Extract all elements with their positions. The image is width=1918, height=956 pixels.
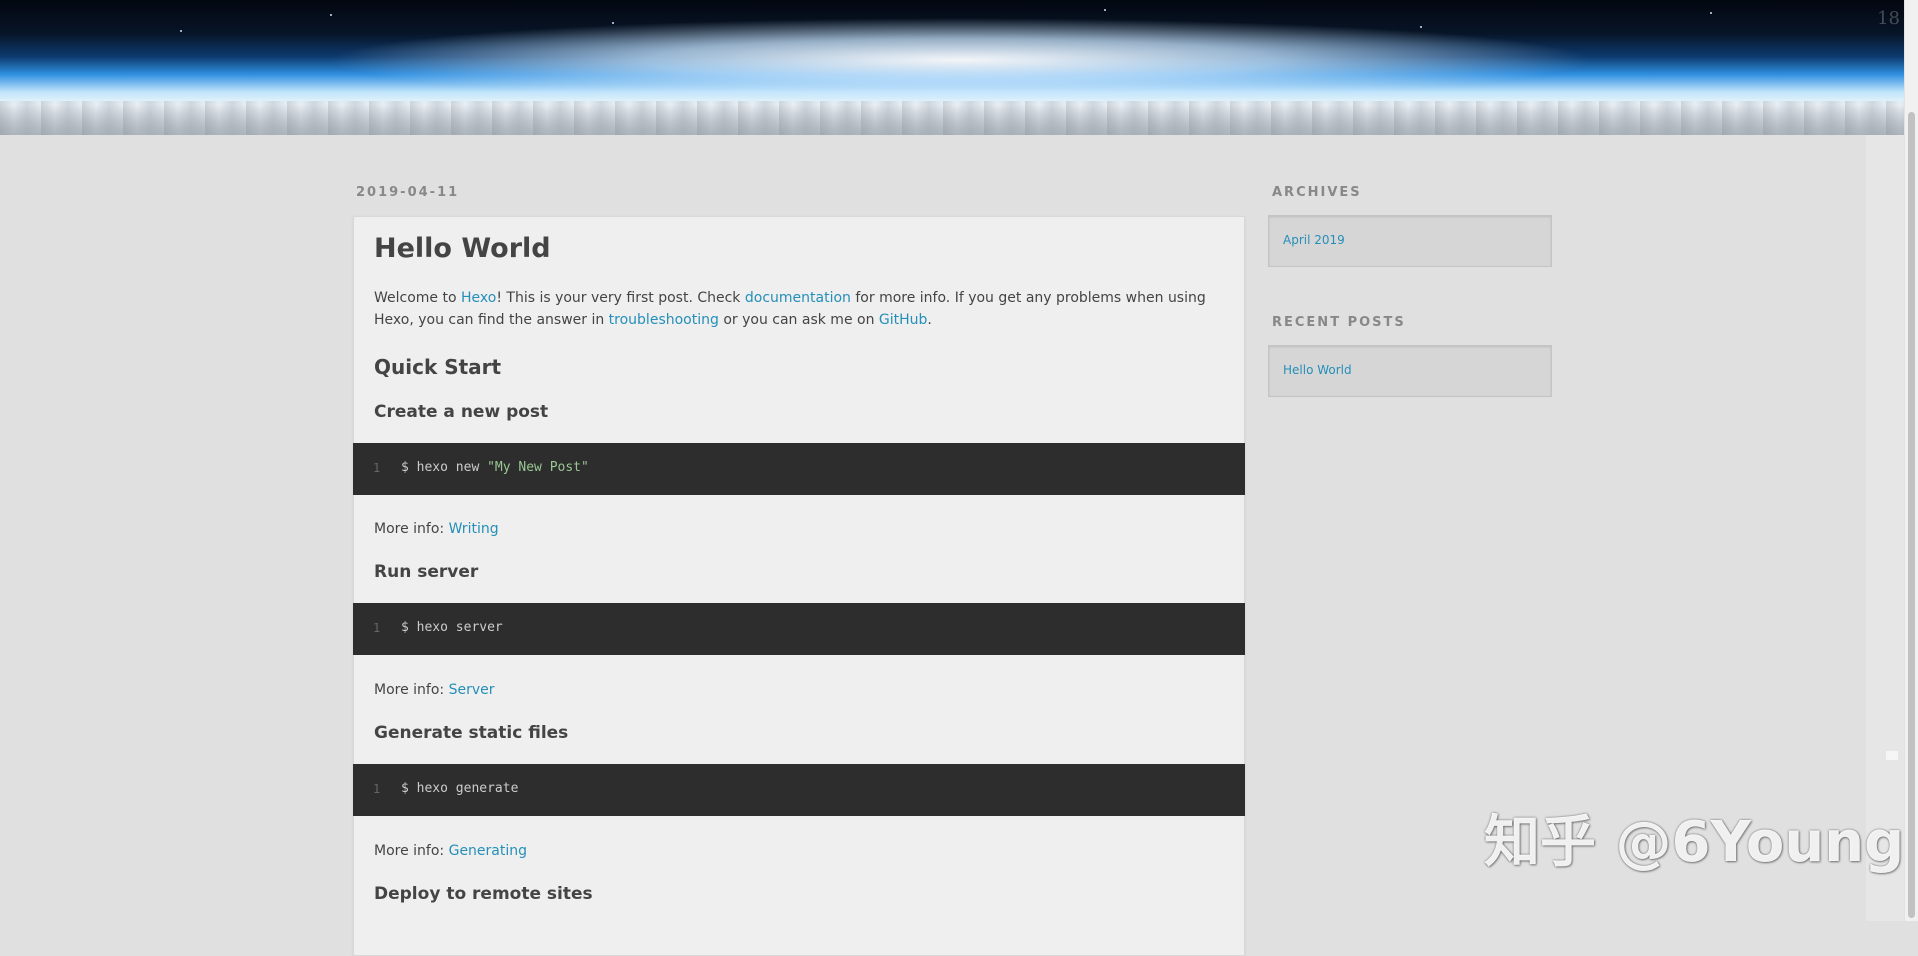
code-block-generate: 1 $ hexo generate [353, 764, 1245, 816]
post-date: 2019-04-11 [356, 185, 460, 200]
code-command: $ hexo server [401, 620, 503, 635]
recent-posts-title: RECENT POSTS [1272, 315, 1406, 330]
intro-text: ! This is your very first post. Check [496, 290, 745, 306]
section-heading-deploy: Deploy to remote sites [374, 884, 593, 904]
code-block-server: 1 $ hexo server [353, 603, 1245, 655]
archives-widget: April 2019 [1268, 215, 1552, 267]
generating-link[interactable]: Generating [449, 843, 527, 859]
star [1104, 9, 1106, 11]
more-info-generating: More info: Generating [374, 840, 1226, 862]
section-heading-generate: Generate static files [374, 723, 569, 743]
watermark: 知乎 @6Young [1484, 810, 1905, 875]
post-article: Hello World Welcome to Hexo! This is you… [353, 216, 1245, 956]
star [330, 14, 332, 16]
code-command: $ hexo new [401, 460, 488, 475]
banner-corner-number: 18 [1877, 8, 1900, 29]
line-number: 1 [373, 461, 381, 475]
star [180, 30, 182, 32]
archives-title: ARCHIVES [1272, 185, 1362, 200]
page-scrollbar[interactable] [1904, 0, 1918, 921]
github-link[interactable]: GitHub [879, 312, 928, 328]
post-intro: Welcome to Hexo! This is your very first… [374, 287, 1226, 331]
more-info-server: More info: Server [374, 679, 1226, 701]
troubleshooting-link[interactable]: troubleshooting [609, 312, 719, 328]
star [612, 22, 614, 24]
section-heading-run-server: Run server [374, 562, 479, 582]
small-widget [1886, 751, 1898, 760]
archive-link-april-2019[interactable]: April 2019 [1283, 233, 1345, 247]
cloud-layer [0, 101, 1904, 135]
recent-post-link-hello-world[interactable]: Hello World [1283, 363, 1352, 377]
line-number: 1 [373, 782, 381, 796]
intro-text: Welcome to [374, 290, 461, 306]
writing-link[interactable]: Writing [449, 521, 499, 537]
more-info-label: More info: [374, 682, 449, 698]
quick-start-heading: Quick Start [374, 355, 502, 379]
code-block-new-post: 1 $ hexo new "My New Post" [353, 443, 1245, 495]
code-string: "My New Post" [487, 460, 589, 475]
recent-posts-widget: Hello World [1268, 345, 1552, 397]
star [1710, 12, 1712, 14]
header-banner: 18 [0, 0, 1904, 135]
more-info-label: More info: [374, 843, 449, 859]
intro-text: or you can ask me on [718, 312, 879, 328]
hexo-link[interactable]: Hexo [461, 290, 496, 306]
documentation-link[interactable]: documentation [745, 290, 851, 306]
code-command: $ hexo generate [401, 781, 519, 796]
code-line: $ hexo new "My New Post" [401, 460, 589, 475]
more-info-writing: More info: Writing [374, 518, 1226, 540]
star [1420, 26, 1422, 28]
section-heading-create-post: Create a new post [374, 402, 549, 422]
post-title: Hello World [374, 233, 551, 264]
scrollbar-thumb[interactable] [1908, 112, 1915, 918]
more-info-label: More info: [374, 521, 449, 537]
line-number: 1 [373, 621, 381, 635]
server-link[interactable]: Server [449, 682, 495, 698]
intro-text: . [927, 312, 932, 328]
